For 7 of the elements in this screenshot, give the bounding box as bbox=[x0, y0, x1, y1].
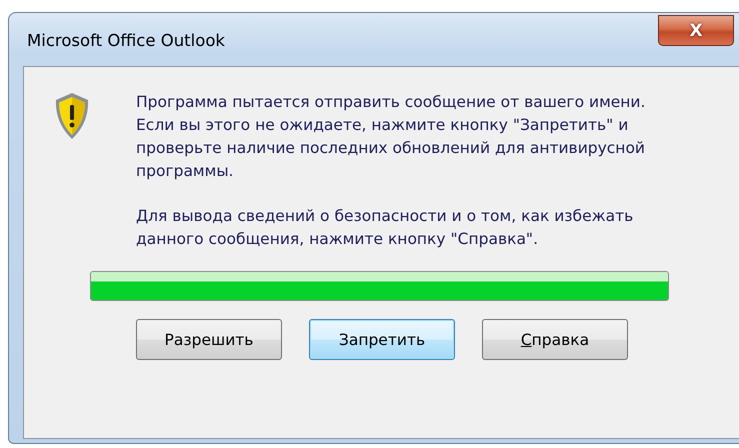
dialog-button[interactable]: Разрешить bbox=[136, 319, 282, 360]
close-button[interactable]: X bbox=[658, 15, 734, 46]
window-title: Microsoft Office Outlook bbox=[27, 31, 225, 50]
message-text: Для вывода сведений о безопасности и о том, как избежать данного сообщения, нажмите кнопку "Справка". bbox=[136, 206, 634, 250]
message-text: Программа пытается отправить сообщение от вашего имени. Если вы этого не ожидаете, нажмите кнопку "Запретить" и проверьте наличие последних обновлений для антивирусной программы. bbox=[136, 92, 646, 182]
dialog-button[interactable]: Справка bbox=[482, 319, 628, 360]
dialog-button[interactable]: Запретить bbox=[309, 319, 455, 360]
